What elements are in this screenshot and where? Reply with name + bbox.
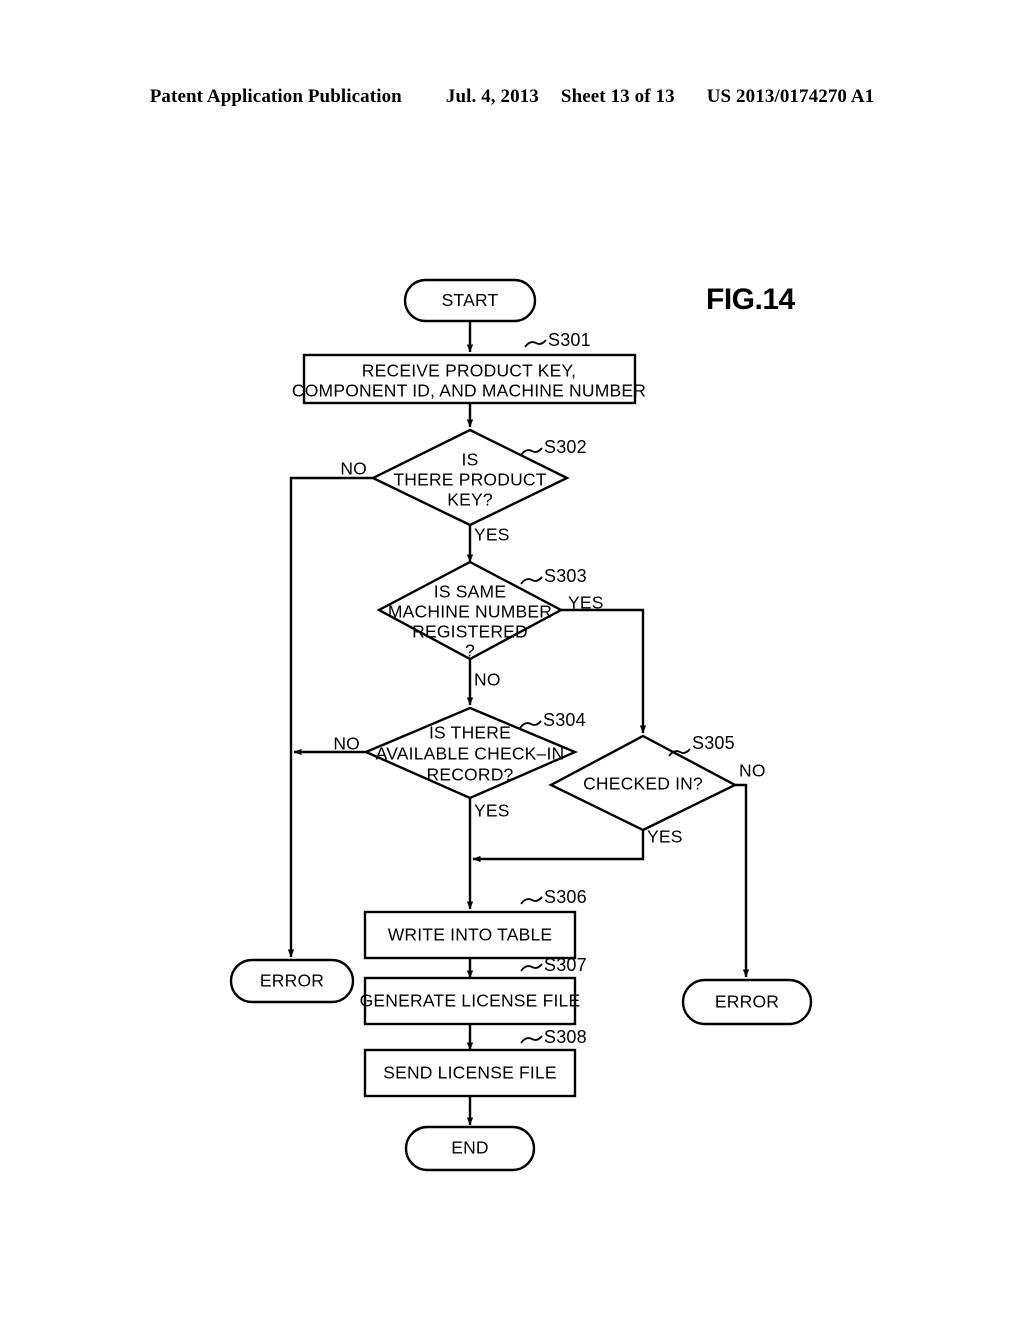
node-s304-line1: IS THERE — [429, 723, 511, 743]
flowchart-diagram: START RECEIVE PRODUCT KEY, COMPONENT ID,… — [229, 278, 813, 1172]
node-start-label: START — [442, 290, 499, 310]
node-error-left-label: ERROR — [260, 971, 324, 991]
branch-label-s304-no: NO — [333, 734, 360, 754]
leader-s302 — [520, 447, 543, 456]
leader-s308 — [520, 1035, 543, 1044]
node-end-label: END — [451, 1138, 489, 1158]
step-label-s307: S307 — [544, 955, 587, 975]
node-s302-line1: IS — [462, 450, 479, 470]
patent-page: Patent Application Publication Jul. 4, 20… — [0, 0, 1024, 1320]
leader-s303 — [520, 576, 543, 585]
node-s305-line1: CHECKED IN? — [583, 774, 703, 794]
edge-s302-no-to-error-left — [287, 476, 373, 958]
leader-s304 — [519, 720, 542, 729]
branch-label-s305-yes: YES — [647, 827, 683, 847]
leader-s301 — [524, 339, 547, 348]
node-s308-label: SEND LICENSE FILE — [383, 1063, 557, 1083]
leader-s306 — [520, 896, 543, 905]
node-s303-line2: MACHINE NUMBER — [388, 602, 552, 622]
leader-s307 — [520, 963, 543, 972]
node-s304-line3: RECORD? — [427, 765, 514, 785]
step-label-s301: S301 — [548, 330, 591, 350]
node-s301-line2: COMPONENT ID, AND MACHINE NUMBER — [292, 381, 646, 401]
node-s302-line3: KEY? — [447, 490, 493, 510]
node-s303-line3: REGISTERED — [412, 622, 528, 642]
node-s306-label: WRITE INTO TABLE — [388, 925, 553, 945]
step-label-s304: S304 — [543, 710, 586, 730]
step-label-s302: S302 — [544, 437, 587, 457]
branch-label-s303-yes: YES — [568, 593, 604, 613]
node-s303-line4: ? — [465, 641, 475, 661]
branch-label-s302-no: NO — [340, 459, 367, 479]
step-label-s305: S305 — [692, 733, 735, 753]
node-s302-line2: THERE PRODUCT — [393, 470, 546, 490]
branch-label-s305-no: NO — [739, 761, 766, 781]
node-s303-line1: IS SAME — [434, 582, 506, 602]
branch-label-s303-no: NO — [474, 670, 501, 690]
step-label-s306: S306 — [544, 887, 587, 907]
step-label-s303: S303 — [544, 566, 587, 586]
branch-label-s304-yes: YES — [474, 801, 510, 821]
edge-s305-yes-to-merge — [472, 830, 645, 863]
branch-label-s302-yes: YES — [474, 525, 510, 545]
node-s307-label: GENERATE LICENSE FILE — [360, 991, 581, 1011]
node-error-right-label: ERROR — [715, 992, 779, 1012]
edge-s305-no-to-error-right — [735, 783, 750, 978]
node-s301-line1: RECEIVE PRODUCT KEY, — [362, 361, 576, 381]
node-s304-line2: AVAILABLE CHECK–IN — [376, 744, 565, 764]
step-label-s308: S308 — [544, 1027, 587, 1047]
